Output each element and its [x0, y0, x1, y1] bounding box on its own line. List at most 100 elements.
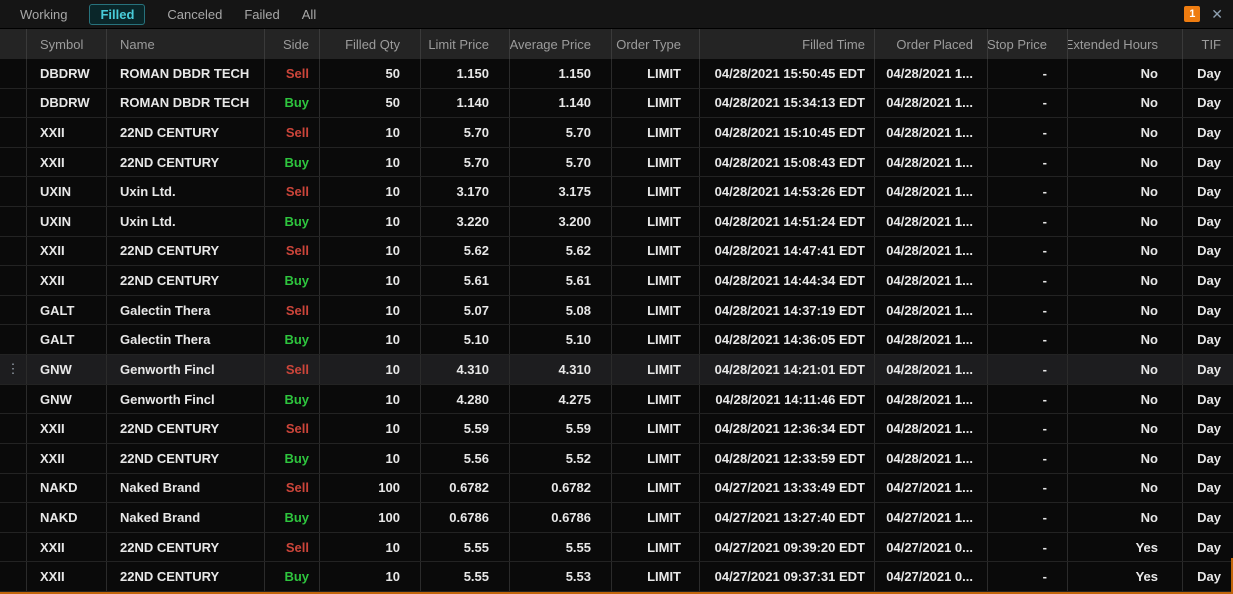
column-header-name[interactable]: Name	[107, 29, 265, 59]
cell-name: 22ND CENTURY	[107, 147, 265, 177]
table-row[interactable]: XXII 22ND CENTURY Sell 10 5.55 5.55 LIMIT 04/27…	[0, 532, 1233, 563]
cell-name: 22ND CENTURY	[107, 443, 265, 473]
cell-limitPrice: 5.70	[421, 118, 510, 147]
cell-action	[0, 473, 27, 503]
table-row[interactable]: XXII 22ND CENTURY Buy 10 5.61 5.61 LIMIT 04/28/…	[0, 266, 1233, 296]
cell-stopPrice: -	[988, 355, 1068, 384]
cell-symbol: XXII	[27, 266, 107, 295]
column-header-orderPlaced[interactable]: Order Placed	[875, 29, 988, 59]
table-row[interactable]: XXII 22ND CENTURY Sell 10 5.70 5.70 LIMIT 04/28…	[0, 118, 1233, 148]
table-row[interactable]: UXIN Uxin Ltd. Sell 10 3.170 3.175 LIMIT 04/28/…	[0, 177, 1233, 208]
cell-filledQty: 10	[320, 207, 421, 236]
cell-side: Sell	[265, 355, 320, 384]
cell-orderPlaced: 04/28/2021 1...	[875, 295, 988, 325]
tab-filled[interactable]: Filled	[89, 3, 146, 25]
table-row[interactable]: XXII 22ND CENTURY Sell 10 5.59 5.59 LIMIT 04/28…	[0, 414, 1233, 444]
column-header-tif[interactable]: TIF	[1183, 29, 1233, 59]
cell-filledQty: 10	[320, 147, 421, 177]
table-row[interactable]: ⋮ GNW Genworth Fincl Sell 10 4.310 4.310 LIMIT 0…	[0, 355, 1233, 385]
cell-stopPrice: -	[988, 414, 1068, 443]
cell-orderPlaced: 04/28/2021 1...	[875, 325, 988, 355]
table-row[interactable]: XXII 22ND CENTURY Buy 10 5.70 5.70 LIMIT 04/28/…	[0, 147, 1233, 178]
cell-filledQty: 10	[320, 236, 421, 266]
cell-limitPrice: 0.6786	[421, 503, 510, 532]
cell-tif: Day	[1197, 95, 1221, 111]
cell-avgPrice: 5.55	[510, 532, 612, 562]
cell-action	[0, 532, 27, 562]
cell-tif: Day	[1197, 125, 1221, 141]
cell-limitPrice: 4.310	[421, 355, 510, 384]
cell-filledTime: 04/28/2021 14:51:24 EDT	[700, 207, 875, 236]
cell-action	[0, 443, 27, 473]
table-row[interactable]: GNW Genworth Fincl Buy 10 4.280 4.275 LIMIT 04/…	[0, 384, 1233, 415]
cell-extHours: No	[1068, 384, 1183, 414]
table-row[interactable]: NAKD Naked Brand Sell 100 0.6782 0.6782 LIMIT 0…	[0, 473, 1233, 504]
cell-avgPrice: 4.310	[510, 355, 612, 384]
cell-name: Uxin Ltd.	[107, 177, 265, 207]
table-row[interactable]: DBDRW ROMAN DBDR TECH Sell 50 1.150 1.150 LIMI…	[0, 59, 1233, 89]
tab-failed[interactable]: Failed	[244, 5, 279, 24]
cell-symbol: NAKD	[27, 503, 107, 532]
column-header-extHours[interactable]: Extended Hours	[1068, 29, 1183, 59]
cell-side: Buy	[265, 562, 320, 591]
column-header-avgPrice[interactable]: Average Price	[510, 29, 612, 59]
cell-name: 22ND CENTURY	[107, 118, 265, 147]
column-header-limitPrice[interactable]: Limit Price	[421, 29, 510, 59]
tab-canceled[interactable]: Canceled	[167, 5, 222, 24]
cell-orderPlaced: 04/28/2021 1...	[875, 384, 988, 414]
column-header-symbol[interactable]: Symbol	[27, 29, 107, 59]
cell-orderType: LIMIT	[612, 384, 700, 414]
cell-filledTime: 04/28/2021 15:50:45 EDT	[700, 59, 875, 88]
cell-avgPrice: 5.53	[510, 562, 612, 591]
cell-orderPlaced: 04/28/2021 1...	[875, 147, 988, 177]
column-header-filledQty[interactable]: Filled Qty	[320, 29, 421, 59]
cell-name: 22ND CENTURY	[107, 236, 265, 266]
table-row[interactable]: NAKD Naked Brand Buy 100 0.6786 0.6786 LIMIT 04…	[0, 503, 1233, 533]
column-header-side[interactable]: Side	[265, 29, 320, 59]
cell-name: 22ND CENTURY	[107, 562, 265, 591]
column-header-filledTime[interactable]: Filled Time	[700, 29, 875, 59]
row-menu-icon[interactable]: ⋮	[7, 361, 20, 377]
cell-action	[0, 207, 27, 236]
cell-name: ROMAN DBDR TECH	[107, 88, 265, 118]
cell-side: Buy	[265, 266, 320, 295]
table-row[interactable]: GALT Galectin Thera Sell 10 5.07 5.08 LIMIT 04/…	[0, 295, 1233, 326]
table-row[interactable]: GALT Galectin Thera Buy 10 5.10 5.10 LIMIT 04/2…	[0, 325, 1233, 356]
alert-count-badge[interactable]: 1	[1184, 6, 1201, 22]
cell-avgPrice: 5.59	[510, 414, 612, 443]
cell-avgPrice: 3.175	[510, 177, 612, 207]
cell-orderPlaced: 04/28/2021 1...	[875, 207, 988, 236]
cell-tif: Day	[1197, 302, 1221, 318]
cell-tif: Day	[1197, 332, 1221, 348]
table-row[interactable]: UXIN Uxin Ltd. Buy 10 3.220 3.200 LIMIT 04/28/2…	[0, 207, 1233, 237]
table-row[interactable]: XXII 22ND CENTURY Sell 10 5.62 5.62 LIMIT 04/28…	[0, 236, 1233, 267]
cell-limitPrice: 4.280	[421, 384, 510, 414]
column-header-orderType[interactable]: Order Type	[612, 29, 700, 59]
close-icon[interactable]: ✕	[1209, 7, 1225, 21]
column-header-stopPrice[interactable]: Stop Price	[988, 29, 1068, 59]
cell-orderType: LIMIT	[612, 236, 700, 266]
table-row[interactable]: XXII 22ND CENTURY Buy 10 5.55 5.53 LIMIT 04/27/…	[0, 562, 1233, 592]
cell-avgPrice: 0.6782	[510, 473, 612, 503]
cell-tif: Day	[1197, 480, 1221, 496]
tab-all[interactable]: All	[302, 5, 316, 24]
cell-action	[0, 177, 27, 207]
cell-filledTime: 04/28/2021 14:37:19 EDT	[700, 295, 875, 325]
cell-side: Buy	[265, 443, 320, 473]
cell-action	[0, 118, 27, 147]
cell-name: Genworth Fincl	[107, 355, 265, 384]
cell-orderType: LIMIT	[612, 503, 700, 532]
cell-extHours: No	[1068, 325, 1183, 355]
cell-filledQty: 50	[320, 59, 421, 88]
cell-filledQty: 10	[320, 414, 421, 443]
cell-side: Buy	[265, 207, 320, 236]
cell-orderPlaced: 04/27/2021 1...	[875, 503, 988, 532]
cell-name: 22ND CENTURY	[107, 414, 265, 443]
table-row[interactable]: XXII 22ND CENTURY Buy 10 5.56 5.52 LIMIT 04/28/…	[0, 443, 1233, 474]
tab-working[interactable]: Working	[20, 5, 67, 24]
cell-action	[0, 236, 27, 266]
cell-tif: Day	[1197, 184, 1221, 200]
cell-filledTime: 04/27/2021 13:27:40 EDT	[700, 503, 875, 532]
table-row[interactable]: DBDRW ROMAN DBDR TECH Buy 50 1.140 1.140 LIMIT…	[0, 88, 1233, 119]
cell-side: Buy	[265, 325, 320, 355]
